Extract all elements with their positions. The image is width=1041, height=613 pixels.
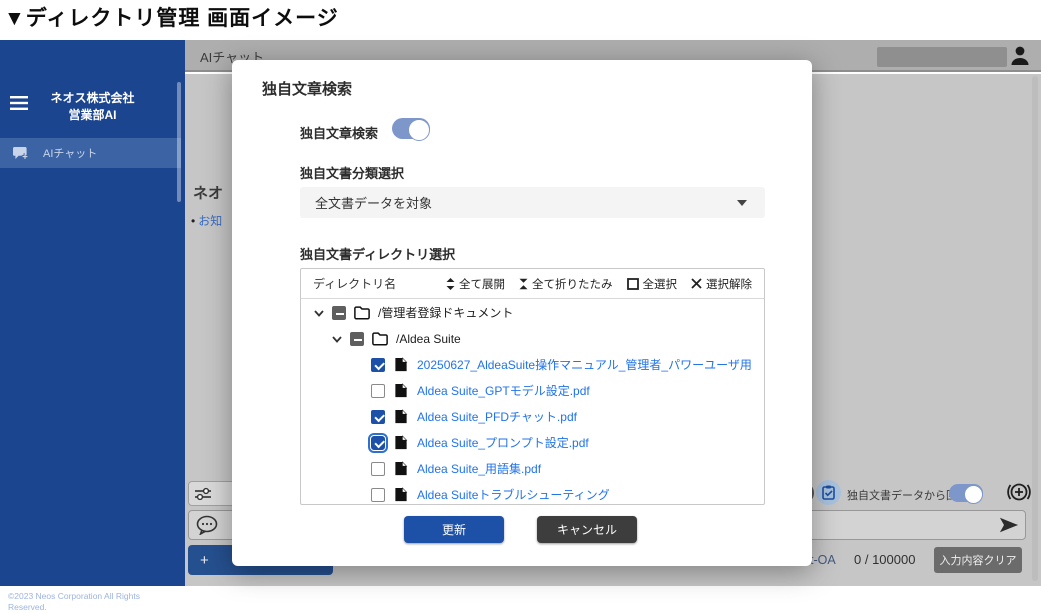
tree-header: ディレクトリ名 全て展開 全て折りたたみ 全選択 [301, 269, 764, 299]
checkbox[interactable] [350, 332, 364, 346]
folder-icon [372, 331, 388, 346]
tree-node-label[interactable]: /Aldea Suite [396, 332, 461, 346]
expand-all-icon [446, 278, 455, 290]
file-icon [393, 357, 409, 372]
modal-title: 独自文章検索 [262, 78, 352, 99]
directory-select-label: 独自文書ディレクトリ選択 [300, 244, 455, 263]
tree-row[interactable]: Aldea Suite_PFDチャット.pdf [301, 404, 764, 429]
custom-document-search-modal: 独自文章検索 独自文章検索 独自文書分類選択 全文書データを対象 独自文書ディレ… [232, 60, 812, 566]
page-title: ▼ディレクトリ管理 画面イメージ [4, 2, 339, 32]
document-answer-icon[interactable] [816, 480, 841, 505]
checkbox[interactable] [371, 410, 385, 424]
notice-link[interactable]: •お知 [191, 212, 222, 229]
tree-row[interactable]: /Aldea Suite [301, 326, 764, 351]
answer-toggle[interactable] [949, 484, 983, 502]
checkbox[interactable] [371, 384, 385, 398]
greeting-text: ネオ [193, 182, 223, 203]
tree-node-label[interactable]: 20250627_AldeaSuite操作マニュアル_管理者_パワーユーザ用 [417, 356, 752, 373]
tree-row[interactable]: 20250627_AldeaSuite操作マニュアル_管理者_パワーユーザ用 [301, 352, 764, 377]
cancel-button[interactable]: キャンセル [537, 516, 637, 543]
category-select-label: 独自文書分類選択 [300, 163, 404, 182]
tree-node-label[interactable]: Aldea Suiteトラブルシューティング [417, 486, 610, 503]
chevron-down-icon [737, 200, 747, 206]
category-select-value: 全文書データを対象 [315, 193, 432, 212]
tree-node-label[interactable]: Aldea Suite_PFDチャット.pdf [417, 408, 577, 425]
directory-name-column: ディレクトリ名 [313, 275, 432, 292]
checkbox[interactable] [371, 462, 385, 476]
chevron-down-icon[interactable] [331, 333, 343, 345]
update-button[interactable]: 更新 [404, 516, 504, 543]
checkbox[interactable] [371, 358, 385, 372]
tree-row[interactable]: Aldea Suite_GPTモデル設定.pdf [301, 378, 764, 403]
file-icon [393, 435, 409, 450]
hamburger-menu-icon[interactable] [10, 96, 28, 110]
chevron-down-icon[interactable] [313, 307, 325, 319]
user-account-icon[interactable] [1010, 45, 1030, 67]
directory-tree: ディレクトリ名 全て展開 全て折りたたみ 全選択 [300, 268, 765, 505]
tree-row[interactable]: Aldea Suite_プロンプト設定.pdf [301, 430, 764, 455]
chat-plus-icon [13, 146, 29, 160]
file-icon [393, 383, 409, 398]
sidebar-item-label: AIチャット [43, 145, 97, 161]
tree-node-label[interactable]: Aldea Suite_プロンプト設定.pdf [417, 434, 589, 451]
file-icon [393, 487, 409, 502]
main-scrollbar[interactable] [1032, 76, 1038, 581]
category-select[interactable]: 全文書データを対象 [300, 187, 765, 218]
send-icon[interactable] [999, 515, 1019, 535]
deselect-all-button[interactable]: 選択解除 [691, 276, 752, 292]
file-icon [393, 409, 409, 424]
bullet: • [191, 214, 195, 228]
tree-row[interactable]: /管理者登録ドキュメント [301, 300, 764, 325]
sidebar: ネオス株式会社 営業部AI AIチャット ©2023 Neos Corporat… [0, 40, 185, 586]
tree-row[interactable]: Aldea Suiteトラブルシューティング [301, 482, 764, 505]
select-all-checkbox-icon [627, 278, 639, 290]
checkbox[interactable] [332, 306, 346, 320]
tree-node-label[interactable]: /管理者登録ドキュメント [378, 304, 513, 321]
copyright: ©2023 Neos Corporation All Rights Reserv… [8, 591, 140, 613]
clear-input-button[interactable]: 入力内容クリア [934, 547, 1022, 573]
speech-bubble-icon [196, 515, 218, 535]
custom-search-toggle[interactable] [392, 118, 430, 139]
model-name-text: t-OA [810, 553, 836, 567]
sliders-icon [195, 487, 211, 501]
clipboard-check-icon [822, 485, 835, 500]
tree-node-label[interactable]: Aldea Suite_用語集.pdf [417, 460, 541, 477]
folder-icon [354, 305, 370, 320]
checkbox[interactable] [371, 436, 385, 450]
deselect-all-x-icon [691, 278, 702, 289]
collapse-all-icon [519, 278, 528, 290]
select-all-button[interactable]: 全選択 [627, 276, 678, 292]
target-plus-icon[interactable] [1006, 479, 1032, 505]
chat-settings-button[interactable] [188, 481, 236, 506]
character-count: 0 / 100000 [854, 552, 915, 567]
search-toggle-label: 独自文章検索 [300, 123, 378, 142]
file-icon [393, 461, 409, 476]
tree-row[interactable]: Aldea Suite_用語集.pdf [301, 456, 764, 481]
sidebar-scrollbar[interactable] [177, 82, 181, 202]
expand-all-button[interactable]: 全て展開 [446, 276, 505, 292]
checkbox[interactable] [371, 488, 385, 502]
tree-node-label[interactable]: Aldea Suite_GPTモデル設定.pdf [417, 382, 590, 399]
sidebar-item-ai-chat[interactable]: AIチャット [0, 138, 181, 168]
search-input[interactable] [877, 47, 1007, 67]
collapse-all-button[interactable]: 全て折りたたみ [519, 276, 613, 292]
